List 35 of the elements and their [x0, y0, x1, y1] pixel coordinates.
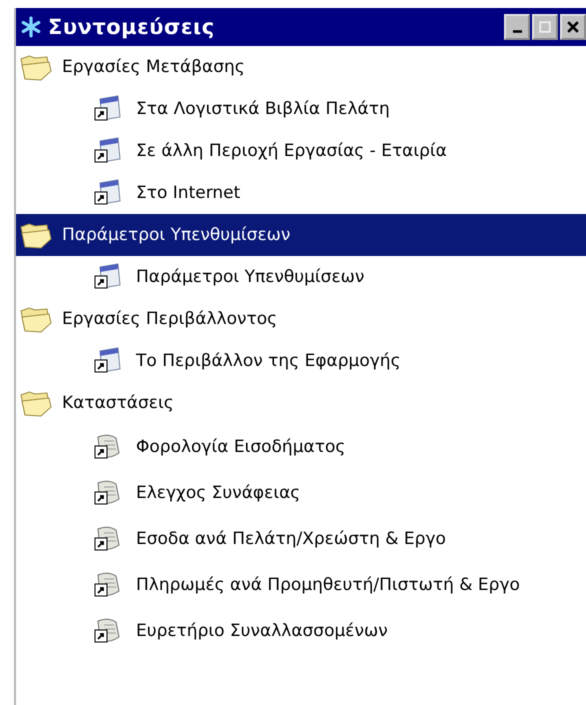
- folder-item[interactable]: Καταστάσεις: [16, 382, 586, 424]
- report-shortcut-icon: [92, 433, 122, 461]
- window-shortcut-icon: [92, 137, 122, 165]
- snowflake-icon: [20, 16, 42, 38]
- minimize-button[interactable]: [504, 14, 530, 40]
- shortcut-item[interactable]: Σε άλλη Περιοχή Εργασίας - Εταιρία: [16, 130, 586, 172]
- window-shortcut-icon: [92, 263, 122, 291]
- minimize-icon: [512, 30, 522, 32]
- shortcut-item[interactable]: Φορολογία Εισοδήματος: [16, 424, 586, 470]
- window-shortcut-icon: [92, 347, 122, 375]
- folder-icon: [18, 221, 54, 249]
- report-shortcut-icon: [92, 479, 122, 507]
- shortcut-item[interactable]: Ελεγχος Συνάφειας: [16, 470, 586, 516]
- window-shortcut-icon: [92, 179, 122, 207]
- maximize-icon: [539, 21, 551, 33]
- shortcut-item[interactable]: Ευρετήριο Συναλλασσομένων: [16, 608, 586, 654]
- shortcut-item[interactable]: Πληρωμές ανά Προμηθευτή/Πιστωτή & Εργο: [16, 562, 586, 608]
- close-button[interactable]: [560, 14, 586, 40]
- folder-icon: [18, 389, 54, 417]
- report-shortcut-icon: [92, 525, 122, 553]
- shortcut-item[interactable]: Το Περιβάλλον της Εφαρμογής: [16, 340, 586, 382]
- shortcut-item[interactable]: Εσοδα ανά Πελάτη/Χρεώστη & Εργο: [16, 516, 586, 562]
- shortcut-item[interactable]: Παράμετροι Υπενθυμίσεων: [16, 256, 586, 298]
- close-icon: [567, 21, 579, 33]
- folder-icon: [18, 305, 54, 333]
- folder-item[interactable]: Εργασίες Περιβάλλοντος: [16, 298, 586, 340]
- folder-icon: [18, 53, 54, 81]
- window-title: Συντομεύσεις: [48, 15, 215, 39]
- shortcut-item[interactable]: Στο Internet: [16, 172, 586, 214]
- report-shortcut-icon: [92, 571, 122, 599]
- folder-item[interactable]: Εργασίες Μετάβασης: [16, 46, 586, 88]
- report-shortcut-icon: [92, 617, 122, 645]
- shortcut-item[interactable]: Στα Λογιστικά Βιβλία Πελάτη: [16, 88, 586, 130]
- window-shortcut-icon: [92, 95, 122, 123]
- folder-item[interactable]: Παράμετροι Υπενθυμίσεων: [16, 214, 586, 256]
